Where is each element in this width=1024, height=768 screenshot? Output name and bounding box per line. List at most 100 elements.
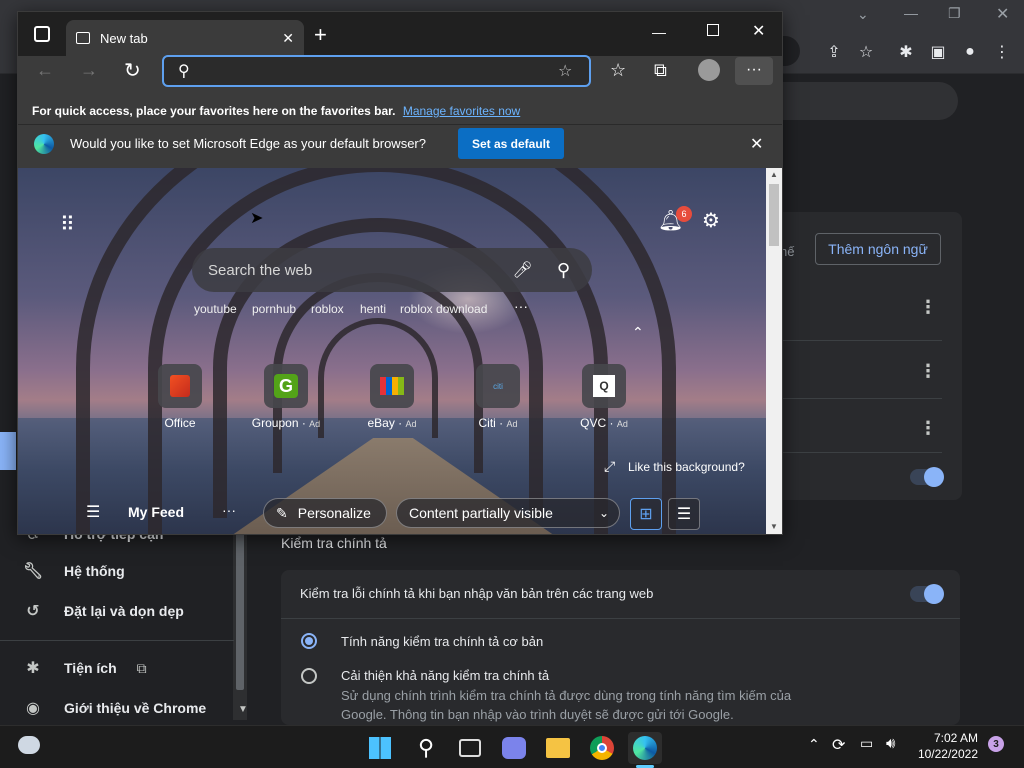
- tab-actions-icon[interactable]: [34, 26, 50, 42]
- ntp-scroll-thumb[interactable]: [769, 184, 779, 246]
- quick-link-tile-citi[interactable]: citi: [476, 364, 520, 408]
- quick-link-tile-qvc[interactable]: Q: [582, 364, 626, 408]
- refresh-icon[interactable]: ↻: [124, 58, 141, 83]
- scroll-up-arrow-icon[interactable]: ▲: [770, 170, 778, 179]
- infobar-text: Would you like to set Microsoft Edge as …: [70, 136, 426, 151]
- expand-background-icon[interactable]: ⤢: [604, 458, 615, 475]
- collections-icon[interactable]: ⧉: [654, 60, 667, 81]
- hamburger-menu-icon[interactable]: ☰: [86, 502, 100, 522]
- sidebar-item-system[interactable]: 🔧︎ Hệ thống: [22, 559, 125, 583]
- more-options-icon[interactable]: ⋮: [919, 361, 937, 382]
- bookmark-star-icon[interactable]: ☆: [854, 40, 878, 64]
- basic-spellcheck-radio[interactable]: [301, 633, 317, 649]
- settings-gear-icon[interactable]: ⚙: [702, 208, 720, 233]
- collapse-chevron-up-icon[interactable]: ⌃: [632, 324, 644, 341]
- scroll-down-arrow-icon[interactable]: ▼: [770, 522, 778, 531]
- edge-taskbar-icon[interactable]: [628, 732, 662, 764]
- file-explorer-icon[interactable]: [542, 732, 574, 764]
- notification-center-badge[interactable]: 3: [988, 736, 1004, 752]
- minimize-icon[interactable]: —: [904, 5, 918, 21]
- chevron-down-icon[interactable]: ⌄: [857, 6, 869, 23]
- add-favorite-icon[interactable]: ☆: [558, 61, 572, 81]
- set-as-default-button[interactable]: Set as default: [458, 128, 564, 159]
- sidebar-item-reset[interactable]: ↺ Đặt lại và dọn dẹp: [22, 599, 184, 623]
- like-background-link[interactable]: Like this background?: [628, 460, 745, 474]
- sidebar-active-indicator: [0, 432, 16, 470]
- back-arrow-icon[interactable]: ←: [36, 60, 54, 81]
- clock-time: 7:02 AM: [933, 731, 978, 745]
- teams-chat-icon[interactable]: [498, 732, 530, 764]
- search-icon[interactable]: ⚲: [557, 260, 570, 281]
- new-tab-plus-icon[interactable]: +: [314, 22, 327, 48]
- sidebar-item-extensions[interactable]: ✱ Tiện ích ⧉: [22, 656, 146, 680]
- close-icon[interactable]: ✕: [996, 4, 1009, 24]
- system-clock[interactable]: 7:02 AM 10/22/2022: [918, 730, 978, 762]
- microphone-icon[interactable]: 🎤︎: [513, 260, 533, 280]
- chrome-taskbar-icon[interactable]: [586, 732, 618, 764]
- close-infobar-icon[interactable]: ✕: [750, 134, 763, 154]
- forward-arrow-icon[interactable]: →: [80, 60, 98, 81]
- chevron-down-icon: ⌄: [598, 506, 609, 520]
- trending-search-item[interactable]: henti: [360, 302, 386, 316]
- my-feed-label[interactable]: My Feed: [128, 504, 184, 520]
- sidebar-item-label: Tiện ích: [64, 660, 117, 676]
- chrome-icon: ◉: [26, 700, 40, 717]
- more-trending-icon[interactable]: ···: [514, 298, 528, 314]
- feed-more-icon[interactable]: ···: [222, 502, 236, 518]
- quick-link-tile-groupon[interactable]: G: [264, 364, 308, 408]
- sync-icon[interactable]: ⟳: [832, 735, 845, 755]
- profile-icon[interactable]: ●: [958, 40, 982, 64]
- sidebar-divider: [0, 640, 234, 641]
- tab-new-tab[interactable]: New tab ✕: [66, 20, 304, 56]
- volume-speaker-icon[interactable]: 🔊︎: [886, 735, 895, 752]
- quick-link-tile-ebay[interactable]: [370, 364, 414, 408]
- windows-logo-icon: [369, 737, 391, 759]
- settings-more-icon[interactable]: ···: [735, 57, 773, 85]
- share-icon[interactable]: ⇪: [822, 40, 846, 64]
- office-icon: [170, 375, 190, 397]
- tile-label: Office: [164, 416, 196, 430]
- more-options-icon[interactable]: ⋮: [919, 418, 937, 439]
- add-language-button[interactable]: Thêm ngôn ngữ: [815, 233, 941, 265]
- close-tab-icon[interactable]: ✕: [282, 30, 294, 47]
- restore-icon[interactable]: ❐: [948, 5, 961, 22]
- trending-search-item[interactable]: roblox: [311, 302, 344, 316]
- trending-search-item[interactable]: roblox download: [400, 302, 487, 316]
- trending-search-item[interactable]: pornhub: [252, 302, 296, 316]
- address-bar[interactable]: ⚲ ☆: [162, 55, 591, 87]
- list-layout-icon[interactable]: ☰: [668, 498, 700, 530]
- manage-favorites-link[interactable]: Manage favorites now: [403, 104, 520, 118]
- maximize-icon[interactable]: [707, 24, 719, 36]
- start-button[interactable]: [364, 732, 396, 764]
- tile-label: Citi · Ad: [478, 416, 518, 430]
- close-window-icon[interactable]: ✕: [752, 21, 765, 41]
- sidebar-item-about-chrome[interactable]: ◉ Giới thiệu về Chrome: [22, 696, 206, 720]
- grid-layout-icon[interactable]: ⊞: [630, 498, 662, 530]
- apps-grid-icon[interactable]: ⠿: [60, 212, 75, 237]
- scroll-down-arrow-icon[interactable]: ▼: [238, 704, 248, 715]
- chrome-menu-icon[interactable]: ⋮: [990, 40, 1014, 64]
- minimize-icon[interactable]: —: [652, 24, 666, 40]
- side-panel-icon[interactable]: ▣: [926, 40, 950, 64]
- personalize-button[interactable]: ✎ Personalize: [263, 498, 387, 528]
- favorites-bar-text: For quick access, place your favorites h…: [32, 104, 396, 118]
- profile-avatar-icon[interactable]: [698, 59, 720, 81]
- web-search-box[interactable]: Search the web 🎤︎ ⚲: [192, 248, 592, 292]
- language-toggle[interactable]: [910, 467, 944, 487]
- show-hidden-icons-chevron-icon[interactable]: ⌃: [808, 736, 820, 753]
- display-icon[interactable]: ▭: [860, 735, 873, 752]
- taskbar-search-icon[interactable]: ⚲: [410, 732, 442, 764]
- favorites-icon[interactable]: ☆: [610, 60, 626, 81]
- content-visibility-dropdown[interactable]: Content partially visible ⌄: [396, 498, 620, 528]
- weather-cloud-icon[interactable]: [18, 736, 40, 754]
- spellcheck-toggle[interactable]: [910, 584, 944, 604]
- enhanced-spellcheck-radio[interactable]: [301, 668, 317, 684]
- task-view-icon[interactable]: [454, 732, 486, 764]
- extensions-puzzle-icon[interactable]: ✱: [894, 40, 918, 64]
- trending-search-item[interactable]: youtube: [194, 302, 237, 316]
- sidebar-scroll-thumb[interactable]: [236, 530, 244, 690]
- puzzle-icon: ✱: [26, 660, 40, 677]
- quick-link-tile-office[interactable]: [158, 364, 202, 408]
- edge-window: New tab ✕ + — ✕ ← → ↻ ⚲ ☆ ☆ ⧉ ··· For qu…: [17, 11, 783, 535]
- more-options-icon[interactable]: ⋮: [919, 297, 937, 318]
